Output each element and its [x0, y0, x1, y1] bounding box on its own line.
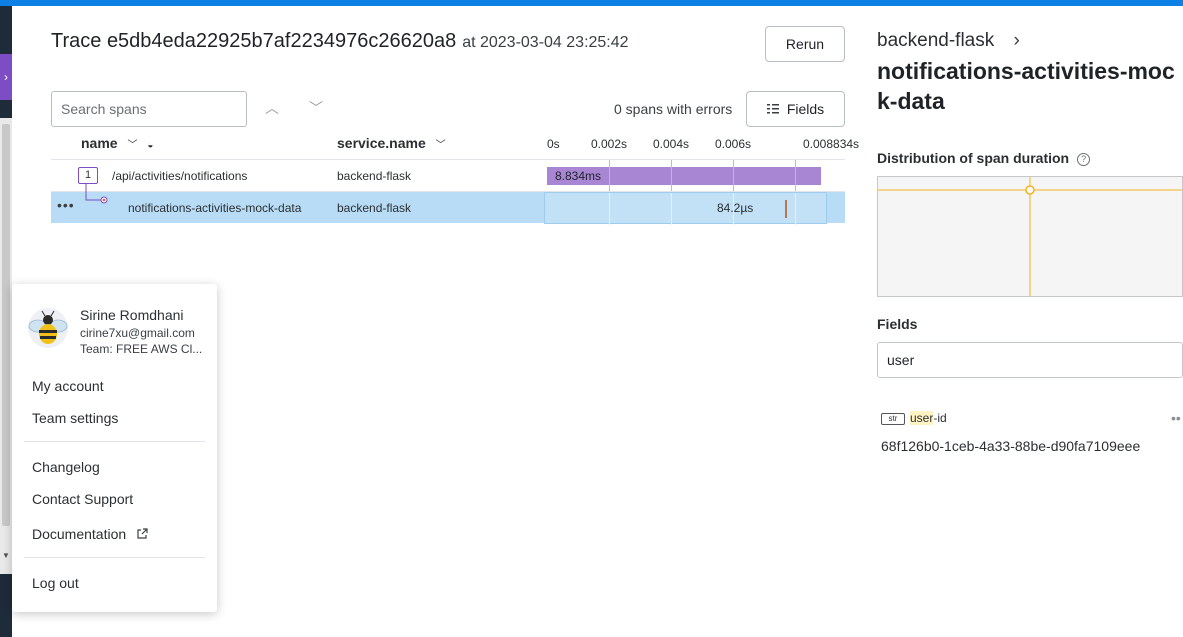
menu-item-documentation-label: Documentation: [32, 526, 127, 542]
trace-id: Trace e5db4eda22925b7af2234976c26620a8: [51, 30, 457, 52]
chevron-down-icon[interactable]: ﹀: [309, 98, 323, 118]
errors-count: 0 spans with errors: [614, 101, 733, 117]
drop-icon[interactable]: ◒: [147, 140, 153, 151]
menu-item-team-settings[interactable]: Team settings: [32, 410, 118, 426]
distribution-heading: Distribution of span duration?: [877, 150, 1091, 166]
timeline-tick: 0.008834s: [803, 137, 860, 151]
span-title: notifications-activities-mock-data: [877, 58, 1175, 114]
fields-button[interactable]: Fields: [746, 91, 845, 127]
field-type-badge: str: [881, 413, 905, 425]
timeline-tick: 0s: [547, 137, 560, 151]
bee-icon: [28, 310, 68, 344]
avatar: [28, 308, 68, 348]
child-count-badge[interactable]: 1: [78, 167, 98, 184]
grid-line: [609, 193, 610, 225]
user-menu: Sirine Romdhani cirine7xu@gmail.com Team…: [12, 284, 217, 612]
span-duration-label: 8.834ms: [555, 169, 602, 183]
trace-timestamp: at 2023-03-04 23:25:42: [462, 34, 629, 51]
scroll-down-icon[interactable]: ▼: [2, 551, 10, 560]
help-icon[interactable]: ?: [1077, 153, 1091, 166]
fields-filter-input[interactable]: [877, 342, 1183, 378]
top-accent-bar: [0, 0, 1183, 6]
field-name: user-id: [910, 411, 947, 425]
external-link-icon: [137, 528, 148, 539]
span-service: backend-flask: [337, 201, 412, 215]
scrollbar-thumb[interactable]: [2, 124, 10, 526]
table-row[interactable]: ••• notifications-activities-mock-data b…: [51, 184, 845, 225]
breadcrumb[interactable]: backend-flask ›: [877, 30, 1020, 52]
more-options-icon[interactable]: •••: [57, 197, 75, 213]
grid-line: [609, 160, 610, 192]
sort-chevron-icon[interactable]: ﹀: [127, 140, 137, 151]
column-header-name[interactable]: name ﹀ ◒: [81, 135, 153, 151]
more-options-icon[interactable]: ••: [1171, 410, 1181, 426]
breadcrumb-service[interactable]: backend-flask: [877, 30, 994, 51]
user-team: Team: FREE AWS Cl...: [80, 342, 203, 356]
fields-button-label: Fields: [786, 101, 825, 117]
span-duration-label: 84.2µs: [717, 201, 754, 215]
list-icon: [766, 104, 779, 114]
fields-heading: Fields: [877, 316, 918, 332]
span-duration-marker[interactable]: [785, 200, 787, 218]
field-value: 68f126b0-1ceb-4a33-88be-d90fa7109eee: [881, 438, 1141, 454]
span-timeline: 84.2µs: [544, 192, 827, 225]
heatmap-crosshair: [878, 177, 1182, 296]
grid-line: [671, 160, 672, 192]
span-name: notifications-activities-mock-data: [128, 201, 302, 215]
field-name-match: user: [910, 411, 934, 425]
menu-item-my-account[interactable]: My account: [32, 378, 104, 394]
timeline-tick: 0.002s: [591, 137, 628, 151]
menu-item-contact-support[interactable]: Contact Support: [32, 491, 133, 507]
chevron-up-icon[interactable]: ︿: [265, 98, 279, 118]
distribution-heading-text: Distribution of span duration: [877, 150, 1070, 166]
menu-item-changelog[interactable]: Changelog: [32, 459, 100, 475]
menu-item-documentation[interactable]: Documentation: [32, 526, 148, 542]
tree-connector-icon: [85, 184, 108, 204]
column-header-name-label: name: [81, 135, 118, 151]
user-email: cirine7xu@gmail.com: [80, 326, 195, 340]
timeline-tick: 0.004s: [653, 137, 690, 151]
menu-divider: [24, 441, 205, 442]
left-nav: › ▼: [0, 6, 12, 637]
page-title: Trace e5db4eda22925b7af2234976c26620a8 at…: [51, 30, 629, 53]
menu-item-log-out[interactable]: Log out: [32, 575, 79, 591]
grid-line: [795, 193, 796, 225]
duration-heatmap[interactable]: [877, 176, 1183, 297]
grid-line: [671, 193, 672, 225]
menu-divider: [24, 557, 205, 558]
search-spans-input[interactable]: [51, 91, 247, 127]
expand-nav-icon[interactable]: ›: [0, 54, 12, 100]
span-timeline: 8.834ms: [547, 160, 827, 192]
timeline-tick: 0.006s: [715, 137, 752, 151]
sort-chevron-icon[interactable]: ﹀: [436, 140, 446, 151]
grid-line: [733, 160, 734, 192]
span-name: /api/activities/notifications: [112, 169, 248, 183]
table-row[interactable]: 1 /api/activities/notifications backend-…: [51, 159, 845, 192]
grid-line: [795, 160, 796, 192]
column-header-service-label: service.name: [337, 135, 426, 151]
column-header-service[interactable]: service.name ﹀: [337, 135, 446, 151]
chevron-right-icon: ›: [1013, 30, 1020, 51]
span-service: backend-flask: [337, 169, 412, 183]
rerun-button[interactable]: Rerun: [765, 26, 845, 62]
user-name: Sirine Romdhani: [80, 307, 184, 323]
field-name-rest: -id: [933, 411, 947, 425]
